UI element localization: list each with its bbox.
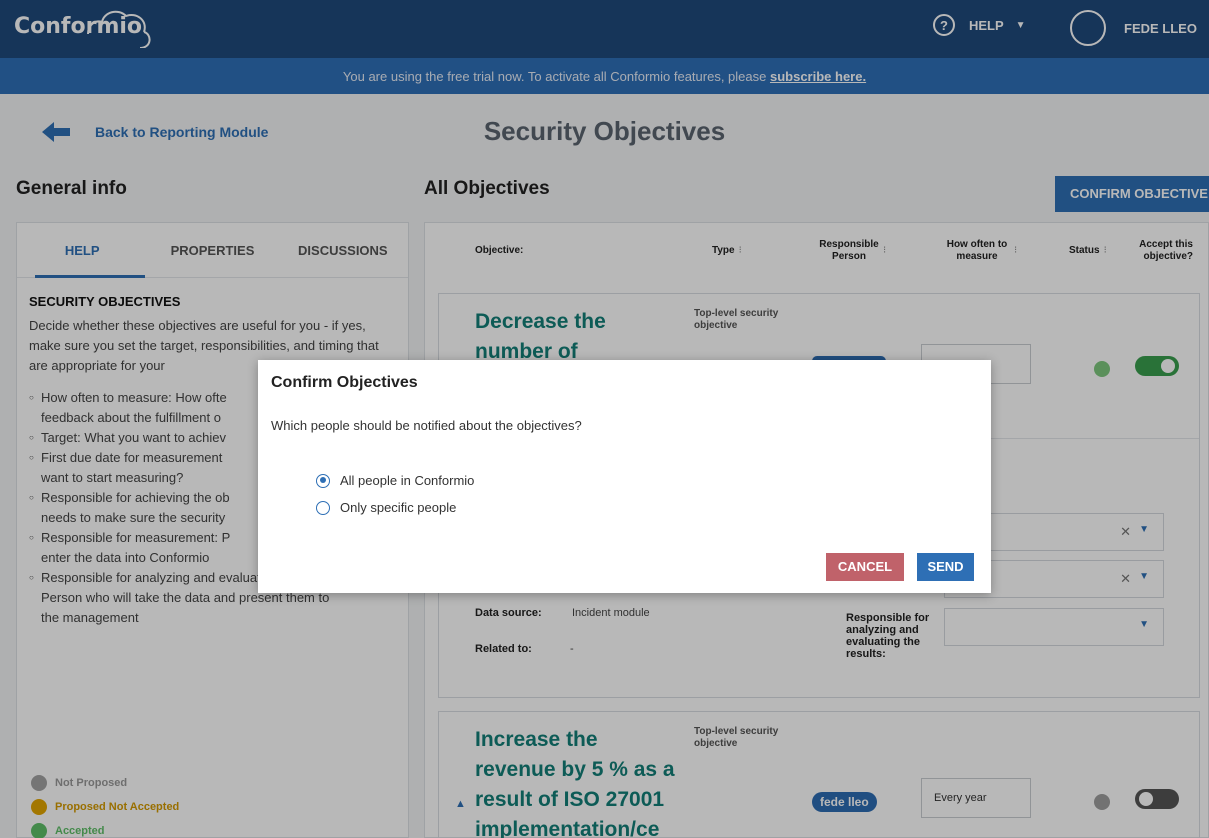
radio-icon[interactable] <box>316 500 330 515</box>
option-all-people[interactable]: All people in Conformio <box>316 473 474 488</box>
option-label: Only specific people <box>340 500 457 515</box>
radio-selected-icon[interactable] <box>316 473 330 488</box>
dialog-title: Confirm Objectives <box>271 374 418 391</box>
option-specific-people[interactable]: Only specific people <box>316 500 456 515</box>
send-button[interactable]: SEND <box>917 553 974 581</box>
dialog-question: Which people should be notified about th… <box>271 418 582 433</box>
cancel-button[interactable]: CANCEL <box>826 553 904 581</box>
option-label: All people in Conformio <box>340 473 475 488</box>
confirm-objectives-dialog: Confirm Objectives Which people should b… <box>258 360 991 593</box>
